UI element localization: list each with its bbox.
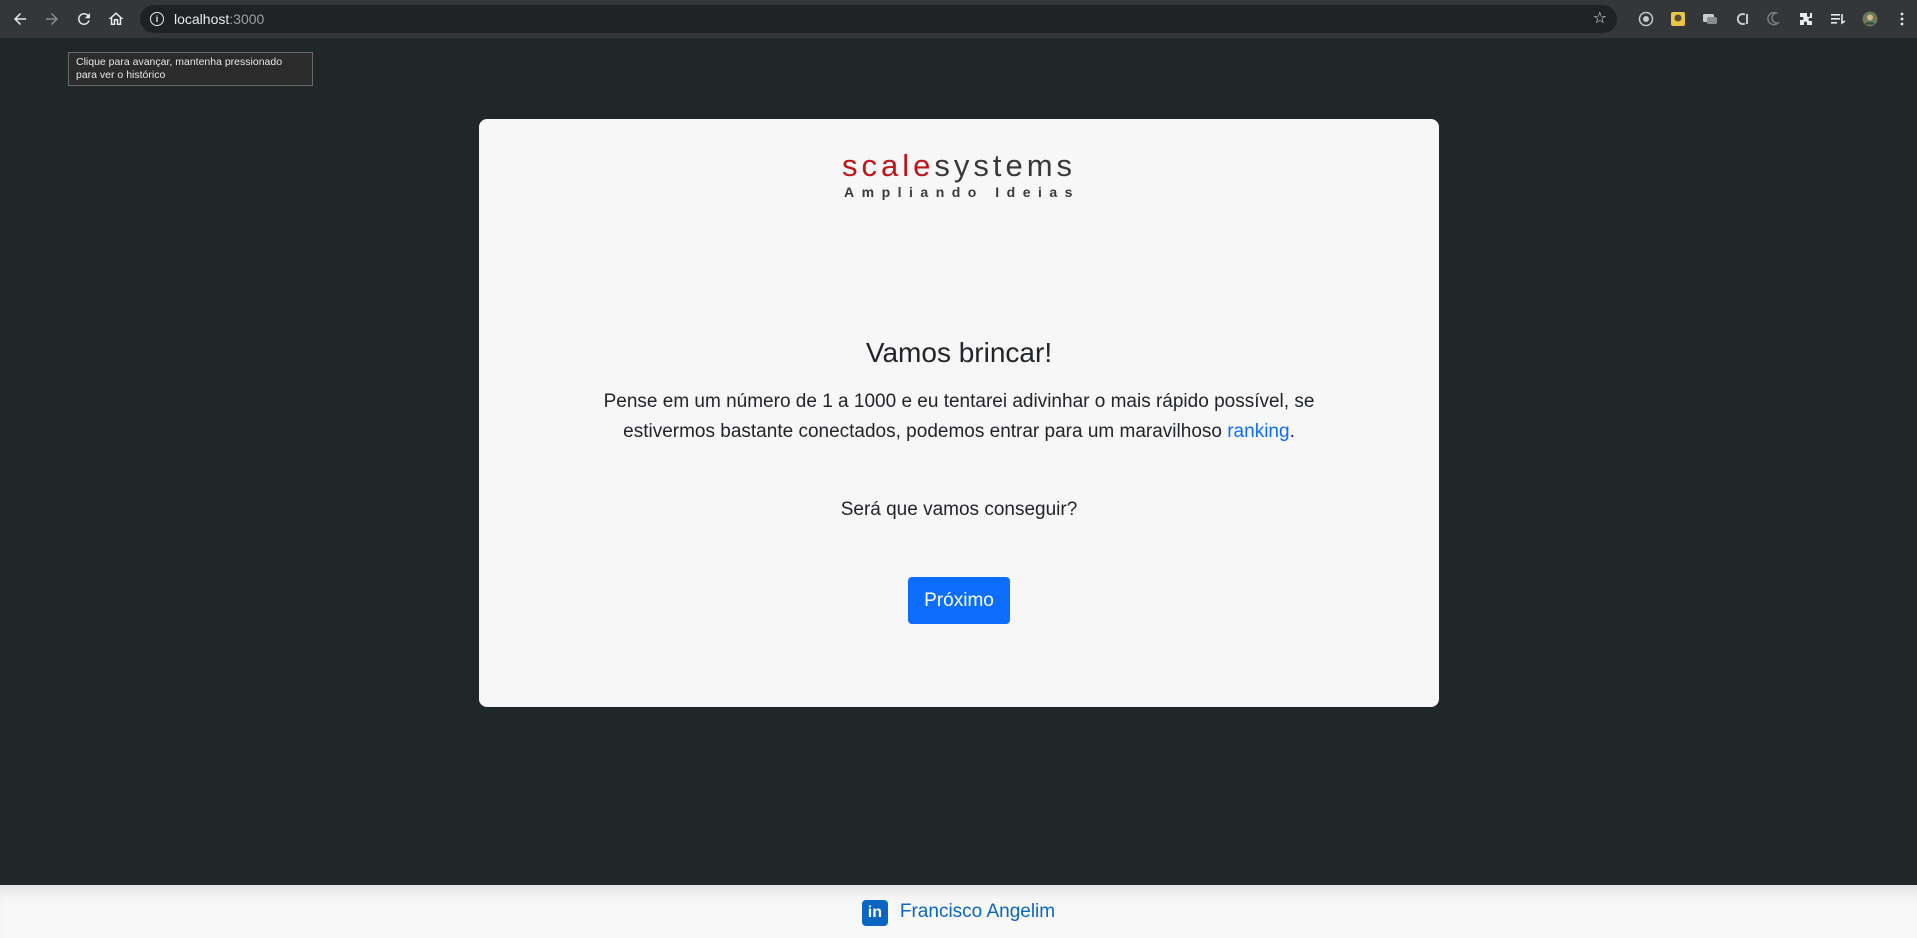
extension-chat-icon[interactable] [1701, 10, 1719, 28]
logo-tagline: Ampliando Ideias [844, 184, 1080, 200]
logo-part-scale: scale [841, 148, 935, 183]
url-host: localhost [174, 11, 230, 27]
extensions-area [1630, 0, 1917, 38]
extension-moon-icon[interactable] [1765, 10, 1783, 28]
author-linkedin-link[interactable]: in Francisco Angelim [861, 898, 1056, 926]
intro-text-end: . [1289, 421, 1295, 442]
scalesystems-logo: scalesystems Ampliando Ideias [479, 149, 1439, 201]
reload-icon[interactable] [68, 3, 100, 35]
footer: in Francisco Angelim [0, 885, 1917, 938]
address-bar[interactable]: i localhost:3000 ☆ [140, 5, 1617, 33]
reading-list-icon[interactable] [1829, 10, 1847, 28]
ranking-link[interactable]: ranking [1227, 421, 1289, 442]
game-card: scalesystems Ampliando Ideias Vamos brin… [479, 119, 1439, 707]
extensions-puzzle-icon[interactable] [1797, 10, 1815, 28]
home-icon[interactable] [100, 3, 132, 35]
forward-tooltip: Clique para avançar, mantenha pressionad… [68, 52, 313, 86]
url-port: :3000 [229, 11, 265, 27]
browser-menu-icon[interactable] [1893, 10, 1911, 28]
site-info-icon[interactable]: i [150, 12, 164, 26]
next-button[interactable]: Próximo [908, 577, 1010, 624]
intro-text: Pense em um número de 1 a 1000 e eu tent… [599, 387, 1319, 447]
author-name: Francisco Angelim [899, 900, 1056, 922]
page-title: Vamos brincar! [865, 337, 1053, 368]
nav-buttons [4, 3, 132, 35]
intro-text-body: Pense em um número de 1 a 1000 e eu tent… [603, 391, 1315, 442]
back-arrow-icon[interactable] [4, 3, 36, 35]
browser-toolbar: i localhost:3000 ☆ [0, 0, 1917, 38]
extension-c-icon[interactable] [1733, 10, 1751, 28]
bookmark-star-icon[interactable]: ☆ [1593, 10, 1607, 28]
extension-avatar-icon[interactable] [1669, 10, 1687, 28]
extension-target-icon[interactable] [1637, 10, 1655, 28]
forward-arrow-icon[interactable] [36, 3, 68, 35]
linkedin-icon: in [861, 899, 888, 926]
question-text: Será que vamos conseguir? [840, 499, 1078, 520]
profile-avatar-icon[interactable] [1861, 10, 1879, 28]
logo-part-systems: systems [934, 148, 1077, 183]
logo-wordmark: scalesystems [479, 149, 1439, 183]
